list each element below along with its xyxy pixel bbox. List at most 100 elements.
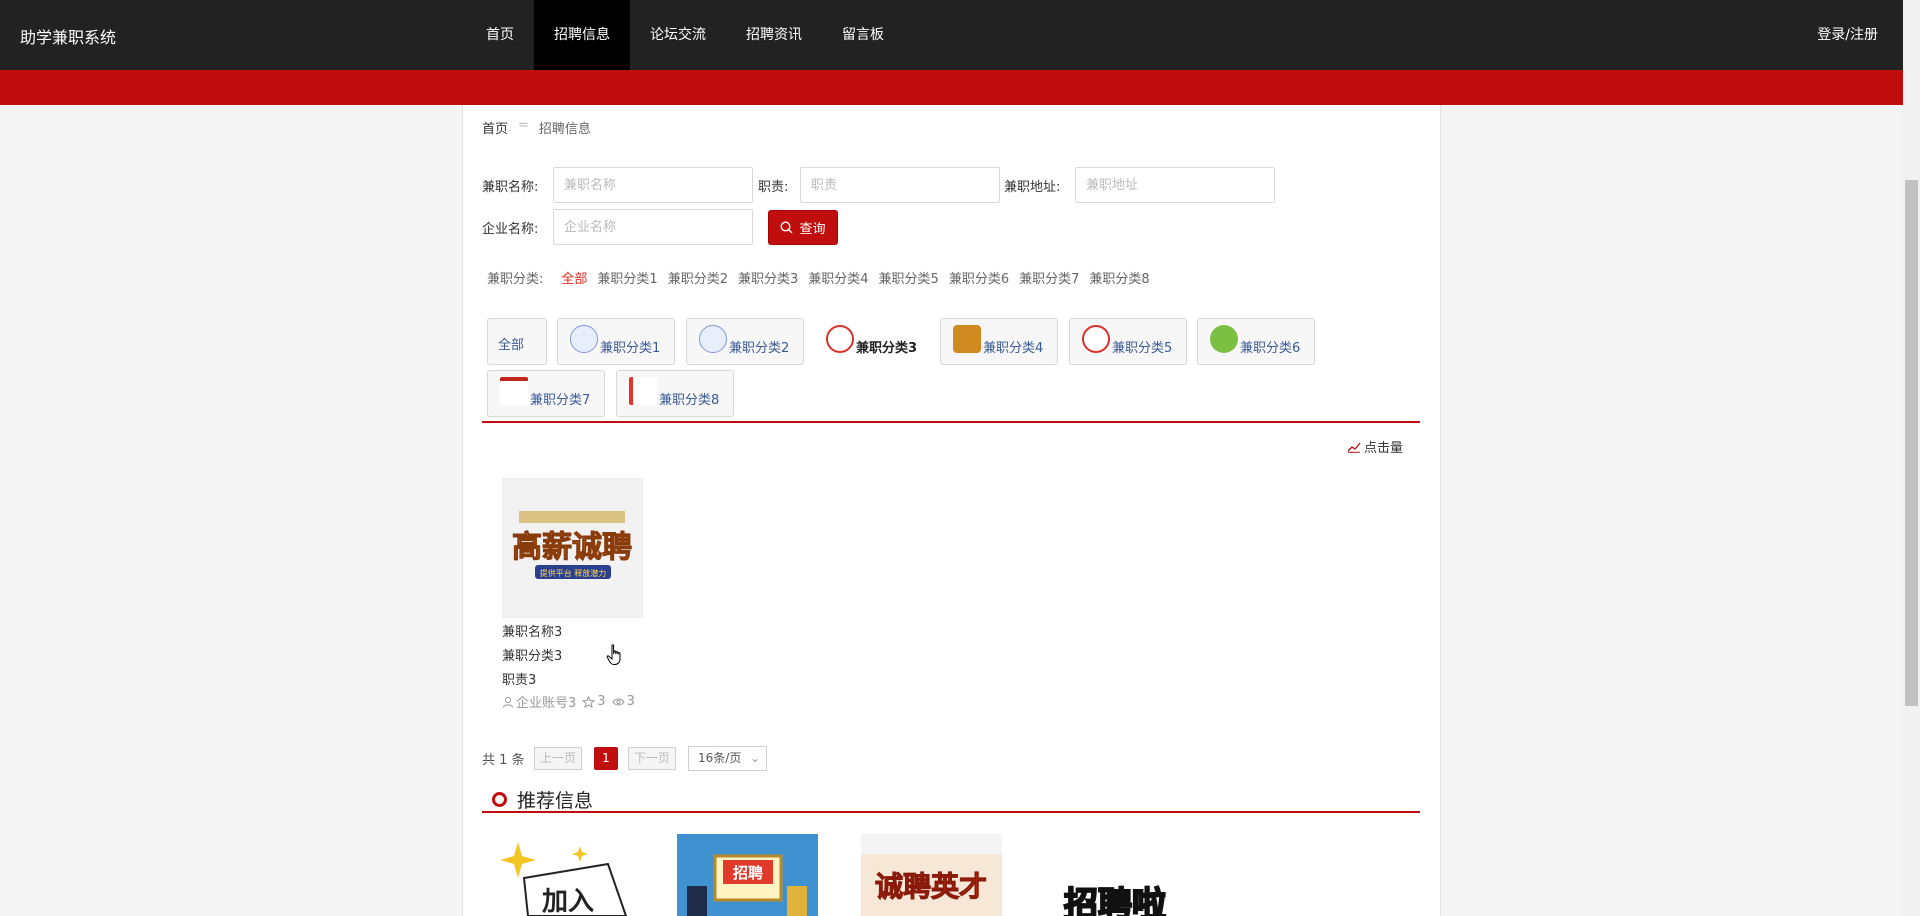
recommend-image-4-text: 招聘啦	[1064, 885, 1166, 916]
category-link-5[interactable]: 兼职分类5	[879, 268, 939, 287]
recommend-header: 推荐信息	[492, 786, 593, 813]
category-tile-5[interactable]: 兼职分类5	[1069, 318, 1187, 365]
category-tile-label: 兼职分类5	[1112, 341, 1173, 356]
trend-icon	[1347, 442, 1361, 453]
next-page-button[interactable]: 下一页	[628, 747, 676, 770]
category-tile-8[interactable]: 兼职分类8	[616, 370, 734, 417]
job-card-name[interactable]: 兼职名称3	[502, 621, 562, 640]
job-card-duty: 职责3	[502, 673, 537, 688]
category-tile-2[interactable]: 兼职分类2	[686, 318, 804, 365]
sort-by-clicks-label: 点击量	[1364, 441, 1404, 456]
recommend-image-1-text: 加入	[542, 887, 594, 916]
eye-icon	[611, 698, 625, 705]
recommend-item-1[interactable]: 加入	[500, 834, 641, 916]
job-address-input[interactable]	[1075, 167, 1275, 203]
category-link-all[interactable]: 全部	[561, 268, 587, 287]
duty-input[interactable]	[800, 167, 1000, 203]
poster-title: 高薪诚聘	[512, 530, 632, 565]
query-button[interactable]: 查询	[768, 210, 838, 245]
brand-title[interactable]: 助学兼职系统	[20, 24, 116, 48]
nav-news[interactable]: 招聘资讯	[726, 0, 822, 70]
category-link-3[interactable]: 兼职分类3	[738, 268, 798, 287]
recommend-image-2-text: 招聘	[733, 864, 763, 882]
recommend-image-3: 诚聘英才	[861, 834, 1002, 916]
breadcrumb-separator: =	[518, 118, 529, 133]
recruit-stamp-icon	[629, 377, 657, 405]
category-tile-1[interactable]: 兼职分类1	[557, 318, 675, 365]
page-number-1[interactable]: 1	[594, 747, 618, 770]
category-tile-label: 全部	[498, 338, 525, 353]
red-banner-strip	[0, 70, 1920, 105]
category-link-1[interactable]: 兼职分类1	[597, 268, 657, 287]
category-tile-label: 兼职分类2	[729, 341, 790, 356]
category-tile-all[interactable]: 全部	[487, 318, 547, 365]
recommend-item-2[interactable]: 招聘	[677, 834, 818, 916]
scrollbar-thumb[interactable]	[1905, 180, 1918, 706]
job-card-views: 3	[626, 694, 635, 709]
nav-forum[interactable]: 论坛交流	[630, 0, 726, 70]
job-board-icon	[953, 325, 981, 353]
green-badge-icon	[1210, 325, 1238, 353]
category-link-4[interactable]: 兼职分类4	[808, 268, 868, 287]
category-tile-7[interactable]: 兼职分类7	[487, 370, 605, 417]
sort-by-clicks[interactable]: 点击量	[1347, 437, 1403, 456]
category-divider	[482, 421, 1420, 423]
hand-cursor-icon	[606, 644, 621, 665]
login-register-link[interactable]: 登录/注册	[1817, 24, 1878, 44]
category-tile-label: 兼职分类3	[856, 341, 918, 356]
breadcrumb: 首页 = 招聘信息	[482, 118, 591, 137]
category-link-2[interactable]: 兼职分类2	[668, 268, 728, 287]
job-name-input[interactable]	[553, 167, 753, 203]
recruit-poster-image: 高薪诚聘 提供平台 释放潜力	[503, 479, 642, 617]
category-link-8[interactable]: 兼职分类8	[1089, 268, 1149, 287]
recommend-image-2: 招聘	[677, 834, 818, 916]
search-icon	[780, 221, 793, 234]
category-tile-label: 兼职分类4	[983, 341, 1044, 356]
company-name-label: 企业名称:	[482, 222, 539, 237]
breadcrumb-home[interactable]: 首页	[482, 118, 508, 137]
job-address-label: 兼职地址:	[1004, 180, 1061, 195]
category-filter: 兼职分类: 全部 兼职分类1 兼职分类2 兼职分类3 兼职分类4 兼职分类5 兼…	[487, 268, 1160, 287]
job-card-meta: 企业账号3 3 3	[502, 692, 635, 711]
target-icon	[492, 792, 507, 807]
recommend-divider	[482, 811, 1420, 813]
pharmacy-recruit-icon	[1082, 325, 1110, 353]
category-tile-4[interactable]: 兼职分类4	[940, 318, 1058, 365]
job-card-stars: 3	[597, 694, 606, 709]
nav-home[interactable]: 首页	[466, 0, 534, 70]
main-nav: 首页 招聘信息 论坛交流 招聘资讯 留言板	[466, 0, 904, 70]
top-nav-bar: 助学兼职系统 首页 招聘信息 论坛交流 招聘资讯 留言板 登录/注册	[0, 0, 1920, 70]
page-scrollbar[interactable]	[1903, 0, 1920, 916]
recommend-item-3[interactable]: 诚聘英才	[861, 834, 1002, 916]
job-name-label: 兼职名称:	[482, 180, 539, 195]
company-name-input[interactable]	[553, 209, 753, 245]
category-link-7[interactable]: 兼职分类7	[1019, 268, 1079, 287]
category-tile-label: 兼职分类6	[1240, 341, 1301, 356]
recommend-title: 推荐信息	[517, 790, 594, 812]
job-card-company: 企业账号3	[516, 696, 577, 711]
job-card-category: 兼职分类3	[502, 649, 563, 664]
query-button-label: 查询	[799, 222, 826, 237]
nav-message-board[interactable]: 留言板	[822, 0, 904, 70]
category-tile-6[interactable]: 兼职分类6	[1197, 318, 1315, 365]
breadcrumb-current: 招聘信息	[538, 122, 591, 137]
duty-label: 职责:	[758, 180, 789, 195]
recruit-banner-icon	[500, 377, 528, 405]
category-tile-label: 兼职分类7	[530, 393, 591, 408]
category-tile-3[interactable]: 兼职分类3	[813, 318, 923, 365]
category-filter-label: 兼职分类:	[487, 272, 544, 287]
prev-page-button[interactable]: 上一页	[534, 747, 582, 770]
recruit-notice-icon	[699, 325, 727, 353]
job-card-image[interactable]: 高薪诚聘 提供平台 释放潜力	[502, 478, 643, 618]
user-icon	[503, 696, 513, 708]
pagination-total: 共 1 条	[482, 753, 525, 768]
page-size-value: 16条/页	[698, 751, 742, 765]
category-link-6[interactable]: 兼职分类6	[949, 268, 1009, 287]
recommend-item-4[interactable]: 招聘啦	[1045, 834, 1186, 916]
category-tile-label: 兼职分类8	[659, 393, 720, 408]
recommend-image-1: 加入	[500, 834, 641, 916]
page-size-select[interactable]: 16条/页 ⌄	[688, 746, 767, 771]
nav-jobs[interactable]: 招聘信息	[534, 0, 630, 70]
pharmacy-recruit-icon	[826, 325, 854, 353]
poster-subtitle: 提供平台 释放潜力	[540, 568, 607, 578]
